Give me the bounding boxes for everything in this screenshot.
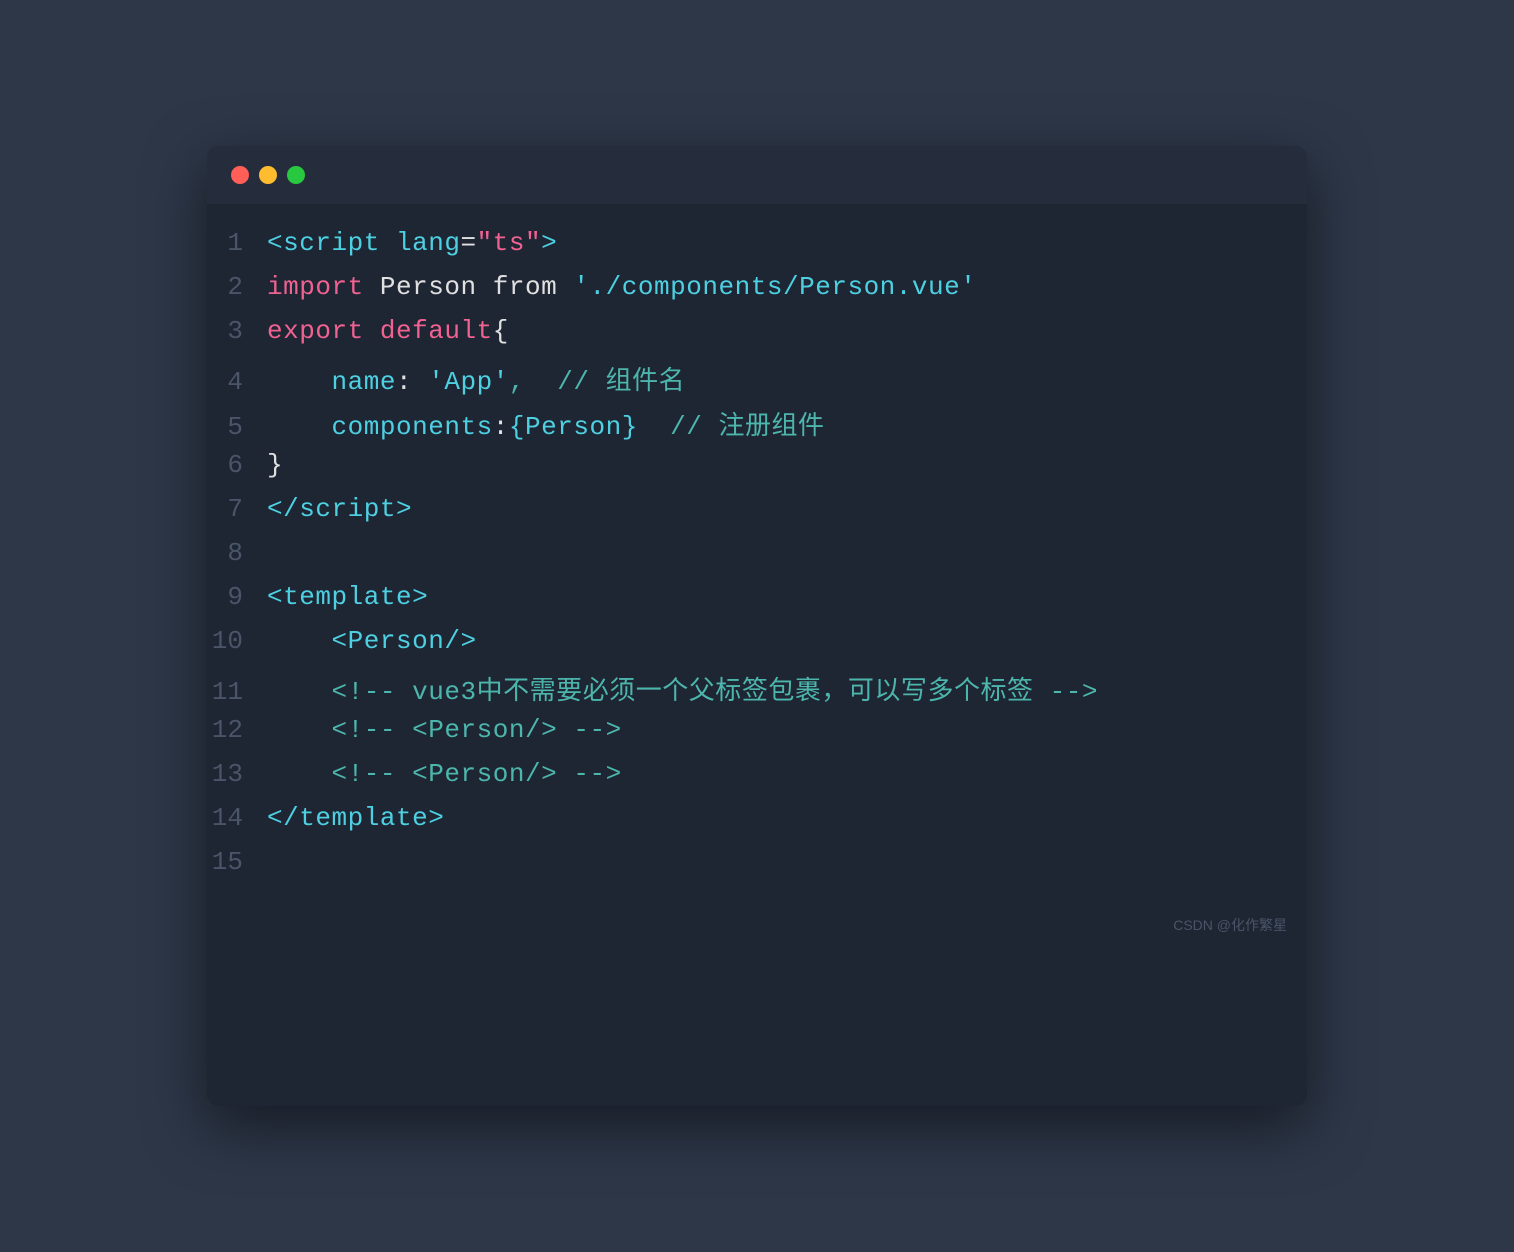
code-line: 15 (207, 843, 1307, 887)
code-line: 1<script lang="ts"> (207, 224, 1307, 268)
maximize-button[interactable] (287, 166, 305, 184)
line-content: </script> (267, 494, 412, 524)
watermark: CSDN @化作繁星 (207, 907, 1307, 951)
code-line: 12 <!-- <Person/> --> (207, 711, 1307, 755)
line-content: </template> (267, 803, 444, 833)
line-content: import Person from './components/Person.… (267, 272, 976, 302)
line-number: 9 (207, 582, 267, 612)
code-editor: 1<script lang="ts">2import Person from '… (207, 204, 1307, 907)
line-content: } (267, 450, 283, 480)
line-content: <template> (267, 582, 428, 612)
code-line: 9<template> (207, 578, 1307, 622)
line-content: components:{Person} // 注册组件 (267, 405, 825, 442)
line-number: 8 (207, 538, 267, 568)
line-number: 10 (207, 626, 267, 656)
line-number: 13 (207, 759, 267, 789)
code-line: 10 <Person/> (207, 622, 1307, 666)
code-line: 7</script> (207, 490, 1307, 534)
line-number: 12 (207, 715, 267, 745)
line-number: 15 (207, 847, 267, 877)
code-line: 6} (207, 446, 1307, 490)
line-number: 5 (207, 412, 267, 442)
line-content: <Person/> (267, 626, 477, 656)
line-number: 1 (207, 228, 267, 258)
line-content: <script lang="ts"> (267, 228, 557, 258)
line-content: name: 'App', // 组件名 (267, 360, 685, 397)
code-line: 4 name: 'App', // 组件名 (207, 356, 1307, 401)
line-number: 6 (207, 450, 267, 480)
code-line: 11 <!-- vue3中不需要必须一个父标签包裹，可以写多个标签 --> (207, 666, 1307, 711)
titlebar (207, 146, 1307, 204)
code-window: 1<script lang="ts">2import Person from '… (207, 146, 1307, 1106)
code-line: 8 (207, 534, 1307, 578)
code-line: 13 <!-- <Person/> --> (207, 755, 1307, 799)
line-number: 2 (207, 272, 267, 302)
code-line: 3export default{ (207, 312, 1307, 356)
code-line: 2import Person from './components/Person… (207, 268, 1307, 312)
minimize-button[interactable] (259, 166, 277, 184)
code-line: 14</template> (207, 799, 1307, 843)
line-number: 14 (207, 803, 267, 833)
line-number: 11 (207, 677, 267, 707)
line-number: 3 (207, 316, 267, 346)
close-button[interactable] (231, 166, 249, 184)
line-content: <!-- <Person/> --> (267, 759, 622, 789)
line-number: 7 (207, 494, 267, 524)
line-content: <!-- <Person/> --> (267, 715, 622, 745)
line-content: <!-- vue3中不需要必须一个父标签包裹，可以写多个标签 --> (267, 670, 1098, 707)
line-content: export default{ (267, 316, 509, 346)
code-line: 5 components:{Person} // 注册组件 (207, 401, 1307, 446)
line-number: 4 (207, 367, 267, 397)
